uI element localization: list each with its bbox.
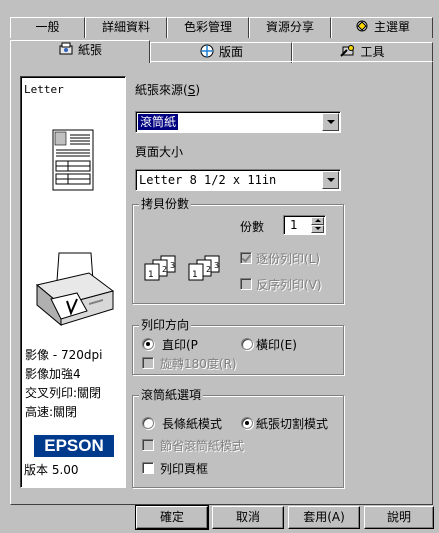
tab-main-menu[interactable]: 主選單 xyxy=(331,17,433,38)
page-digit-3: 3 xyxy=(170,261,175,270)
spin-down-icon[interactable] xyxy=(311,225,324,233)
save-roll-paper-label: 節省滾筒紙模式 xyxy=(160,439,245,453)
page-digit-1: 1 xyxy=(148,270,154,280)
paper-source-value: 滾筒紙 xyxy=(138,114,179,130)
apply-button-label: 套用(A) xyxy=(303,510,345,524)
tab-layout-label: 版面 xyxy=(218,45,243,59)
paper-size-label: 頁面大小 xyxy=(135,145,184,159)
copies-count-value: 1 xyxy=(290,218,298,232)
paper-source-label: 紙張來源(S) xyxy=(135,83,200,97)
paper-icon xyxy=(58,42,74,62)
tab-paper-label: 紙張 xyxy=(77,43,102,57)
paper-size-value: Letter 8 1/2 x 11in xyxy=(139,173,277,187)
cut-sheet-mode-radio[interactable] xyxy=(241,417,253,429)
page-preview-icon xyxy=(52,129,96,196)
copies-group-title: 拷貝份數 xyxy=(139,197,192,211)
preview-paper-name: Letter xyxy=(24,83,64,96)
summary-interleave: 交叉列印:關閉 xyxy=(25,386,102,400)
rotate-180-label: 旋轉180度(R) xyxy=(160,357,237,371)
tab-color-management[interactable]: 色彩管理 xyxy=(167,17,249,38)
printer-icon xyxy=(31,251,117,344)
tab-details[interactable]: 詳細資料 xyxy=(85,17,167,38)
chevron-down-icon[interactable] xyxy=(322,113,339,131)
paper-size-select[interactable]: Letter 8 1/2 x 11in xyxy=(135,169,341,191)
tab-tools-label: 工具 xyxy=(360,45,385,59)
summary-enhancement: 影像加強4 xyxy=(25,367,81,381)
collate-label: 逐份列印(L) xyxy=(256,252,321,266)
collate-checkbox[interactable] xyxy=(240,252,252,264)
tab-tools[interactable]: 工具 xyxy=(292,42,433,63)
banner-mode-label: 長條紙模式 xyxy=(162,417,223,431)
page-digit-1: 1 xyxy=(192,270,198,280)
reverse-order-checkbox[interactable] xyxy=(240,278,252,290)
driver-version: 版本 5.00 xyxy=(24,463,79,477)
help-button[interactable]: 說明 xyxy=(364,506,434,529)
cut-sheet-mode-label: 紙張切割模式 xyxy=(256,417,329,431)
preview-pane: Letter 影像 - 720dpi 影像加強4 交叉列印:關閉 高速:關閉 E… xyxy=(20,76,126,488)
uncollated-pages-icon: 3 2 1 xyxy=(143,255,179,284)
tab-general[interactable]: 一般 xyxy=(10,17,85,38)
roll-paper-group-title: 滾筒紙選項 xyxy=(139,388,204,402)
summary-resolution: 影像 - 720dpi xyxy=(25,348,103,362)
save-roll-paper-checkbox[interactable] xyxy=(142,439,154,451)
apply-button[interactable]: 套用(A) xyxy=(288,506,360,529)
tab-details-label: 詳細資料 xyxy=(101,20,150,34)
tab-paper[interactable]: 紙張 xyxy=(10,40,150,63)
print-border-label: 列印頁框 xyxy=(160,462,209,476)
chevron-down-icon[interactable] xyxy=(322,171,339,189)
tab-sharing[interactable]: 資源分享 xyxy=(249,17,331,38)
copies-stepper[interactable]: 1 xyxy=(283,215,326,235)
tab-color-management-label: 色彩管理 xyxy=(183,20,232,34)
reverse-order-label: 反序列印(V) xyxy=(256,278,322,292)
epson-logo: EPSON xyxy=(34,435,114,457)
page-digit-2: 2 xyxy=(162,265,167,274)
tab-general-label: 一般 xyxy=(35,20,60,34)
landscape-label: 橫印(E) xyxy=(256,338,297,352)
tab-main-menu-label: 主選單 xyxy=(373,20,410,34)
tab-layout[interactable]: 版面 xyxy=(150,42,292,63)
rotate-180-checkbox[interactable] xyxy=(142,357,154,369)
summary-high-speed: 高速:關閉 xyxy=(25,405,78,419)
portrait-label: 直印(P xyxy=(162,338,198,352)
print-settings-summary: 影像 - 720dpi 影像加強4 交叉列印:關閉 高速:關閉 xyxy=(25,346,102,422)
paper-source-select[interactable]: 滾筒紙 xyxy=(135,111,341,133)
collated-pages-icon: 3 2 1 xyxy=(187,255,223,284)
main-menu-icon xyxy=(354,19,370,39)
orientation-group-title: 列印方向 xyxy=(139,318,192,332)
page-digit-3: 3 xyxy=(214,261,219,270)
spin-up-icon[interactable] xyxy=(311,217,324,225)
landscape-radio[interactable] xyxy=(241,338,253,350)
portrait-radio[interactable] xyxy=(142,338,154,350)
ok-button[interactable]: 確定 xyxy=(135,505,209,530)
print-border-checkbox[interactable] xyxy=(142,462,154,474)
cancel-button[interactable]: 取消 xyxy=(212,506,284,529)
copies-count-label: 份數 xyxy=(240,220,265,234)
tab-sharing-label: 資源分享 xyxy=(265,20,314,34)
banner-mode-radio[interactable] xyxy=(142,417,154,429)
page-digit-2: 2 xyxy=(206,265,211,274)
